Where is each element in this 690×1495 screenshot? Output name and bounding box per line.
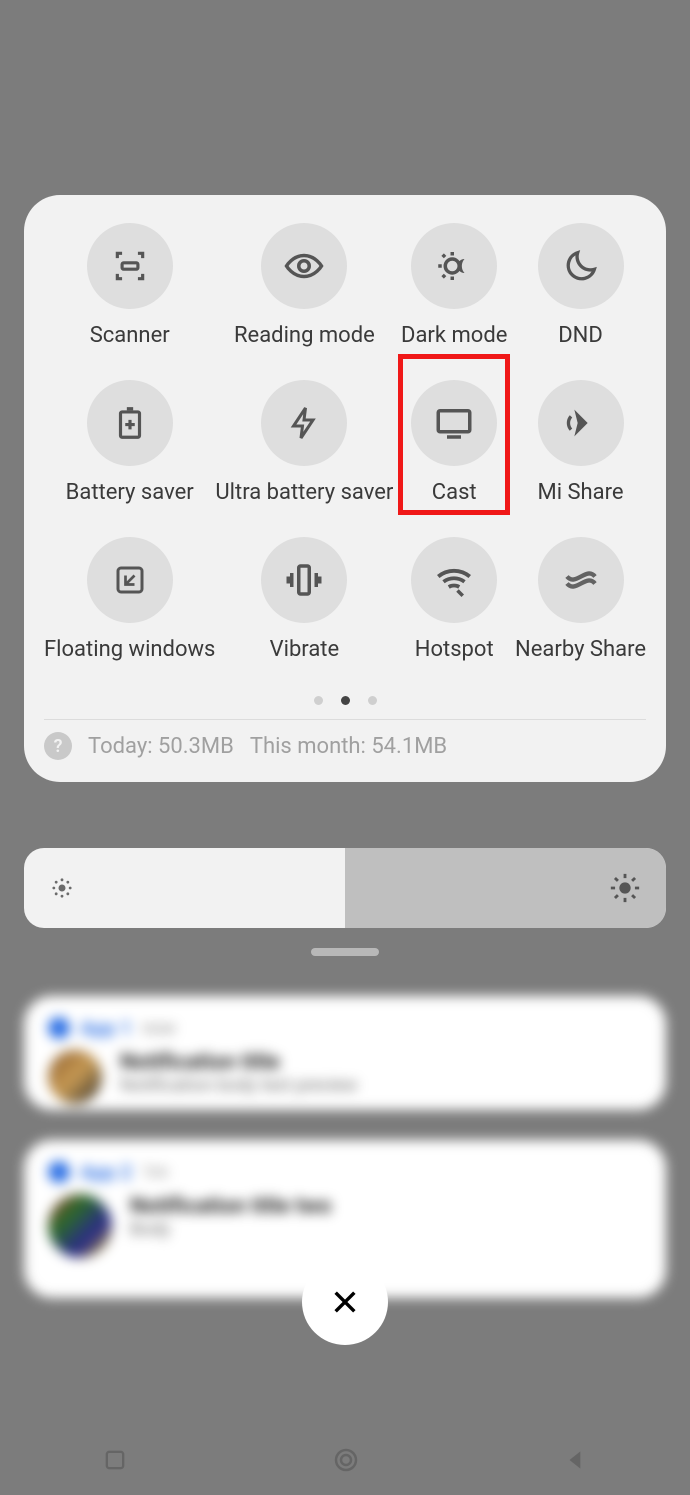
app-name: App 2 [80, 1160, 132, 1184]
data-usage-today: Today: 50.3MB [88, 734, 234, 759]
notification-body: Body [130, 1219, 331, 1240]
floating-windows-icon [87, 537, 173, 623]
tile-label: Floating windows [44, 637, 215, 662]
clear-all-button[interactable] [302, 1259, 388, 1345]
data-usage-row[interactable]: ? Today: 50.3MB This month: 54.1MB [44, 732, 646, 768]
notification-time: now [142, 1018, 176, 1039]
bolt-icon [261, 380, 347, 466]
tile-label: DND [558, 323, 603, 348]
eye-icon [261, 223, 347, 309]
vibrate-icon [261, 537, 347, 623]
page-indicator [44, 696, 646, 705]
tile-label: Reading mode [234, 323, 375, 348]
tile-ultra-battery-saver[interactable]: Ultra battery saver [215, 380, 393, 505]
cast-icon [411, 380, 497, 466]
tile-scanner[interactable]: Scanner [44, 223, 215, 348]
data-usage-month: This month: 54.1MB [250, 734, 447, 759]
help-icon: ? [44, 732, 72, 760]
tile-label: Nearby Share [515, 637, 646, 662]
page-dot [314, 696, 323, 705]
notification-title: Notification title [120, 1050, 357, 1075]
tile-cast[interactable]: Cast [393, 380, 515, 505]
close-icon [329, 1286, 361, 1318]
tile-label: Dark mode [401, 323, 507, 348]
brightness-low-icon [48, 874, 76, 902]
quick-settings-panel: Scanner Reading mode Dark mode DND [24, 195, 666, 782]
notification-avatar [48, 1050, 102, 1104]
panel-drag-handle[interactable] [311, 948, 379, 956]
tile-hotspot[interactable]: Hotspot [393, 537, 515, 662]
nav-back-button[interactable] [563, 1447, 589, 1473]
app-name: App 1 [80, 1016, 132, 1040]
tile-label: Battery saver [66, 480, 194, 505]
mishare-icon [538, 380, 624, 466]
tile-mi-share[interactable]: Mi Share [515, 380, 646, 505]
notification-card[interactable]: App 1 now Notification title Notificatio… [24, 996, 666, 1110]
notification-time: 1m [142, 1162, 168, 1183]
hotspot-icon [411, 537, 497, 623]
tile-dnd[interactable]: DND [515, 223, 646, 348]
nav-recent-button[interactable] [101, 1446, 129, 1474]
app-icon [48, 1161, 70, 1183]
nav-home-button[interactable] [331, 1445, 361, 1475]
tile-label: Ultra battery saver [215, 480, 393, 505]
tile-battery-saver[interactable]: Battery saver [44, 380, 215, 505]
notification-avatar [48, 1194, 112, 1258]
brightness-slider[interactable] [24, 848, 666, 928]
tile-floating-windows[interactable]: Floating windows [44, 537, 215, 662]
tile-label: Vibrate [270, 637, 340, 662]
scanner-icon [87, 223, 173, 309]
tile-reading-mode[interactable]: Reading mode [215, 223, 393, 348]
battery-plus-icon [87, 380, 173, 466]
nav-bar [0, 1445, 690, 1475]
tile-nearby-share[interactable]: Nearby Share [515, 537, 646, 662]
tile-vibrate[interactable]: Vibrate [215, 537, 393, 662]
tile-label: Mi Share [537, 480, 623, 505]
tile-label: Hotspot [415, 637, 494, 662]
tile-label: Cast [432, 480, 477, 505]
sun-moon-icon [411, 223, 497, 309]
divider [44, 719, 646, 720]
tile-label: Scanner [90, 323, 170, 348]
page-dot-active [341, 696, 350, 705]
tile-dark-mode[interactable]: Dark mode [393, 223, 515, 348]
notification-title: Notification title two [130, 1194, 331, 1219]
page-dot [368, 696, 377, 705]
tile-grid: Scanner Reading mode Dark mode DND [44, 223, 646, 662]
app-icon [48, 1017, 70, 1039]
notification-body: Notification body text preview [120, 1075, 357, 1096]
moon-icon [538, 223, 624, 309]
nearby-share-icon [538, 537, 624, 623]
brightness-high-icon [608, 871, 642, 905]
